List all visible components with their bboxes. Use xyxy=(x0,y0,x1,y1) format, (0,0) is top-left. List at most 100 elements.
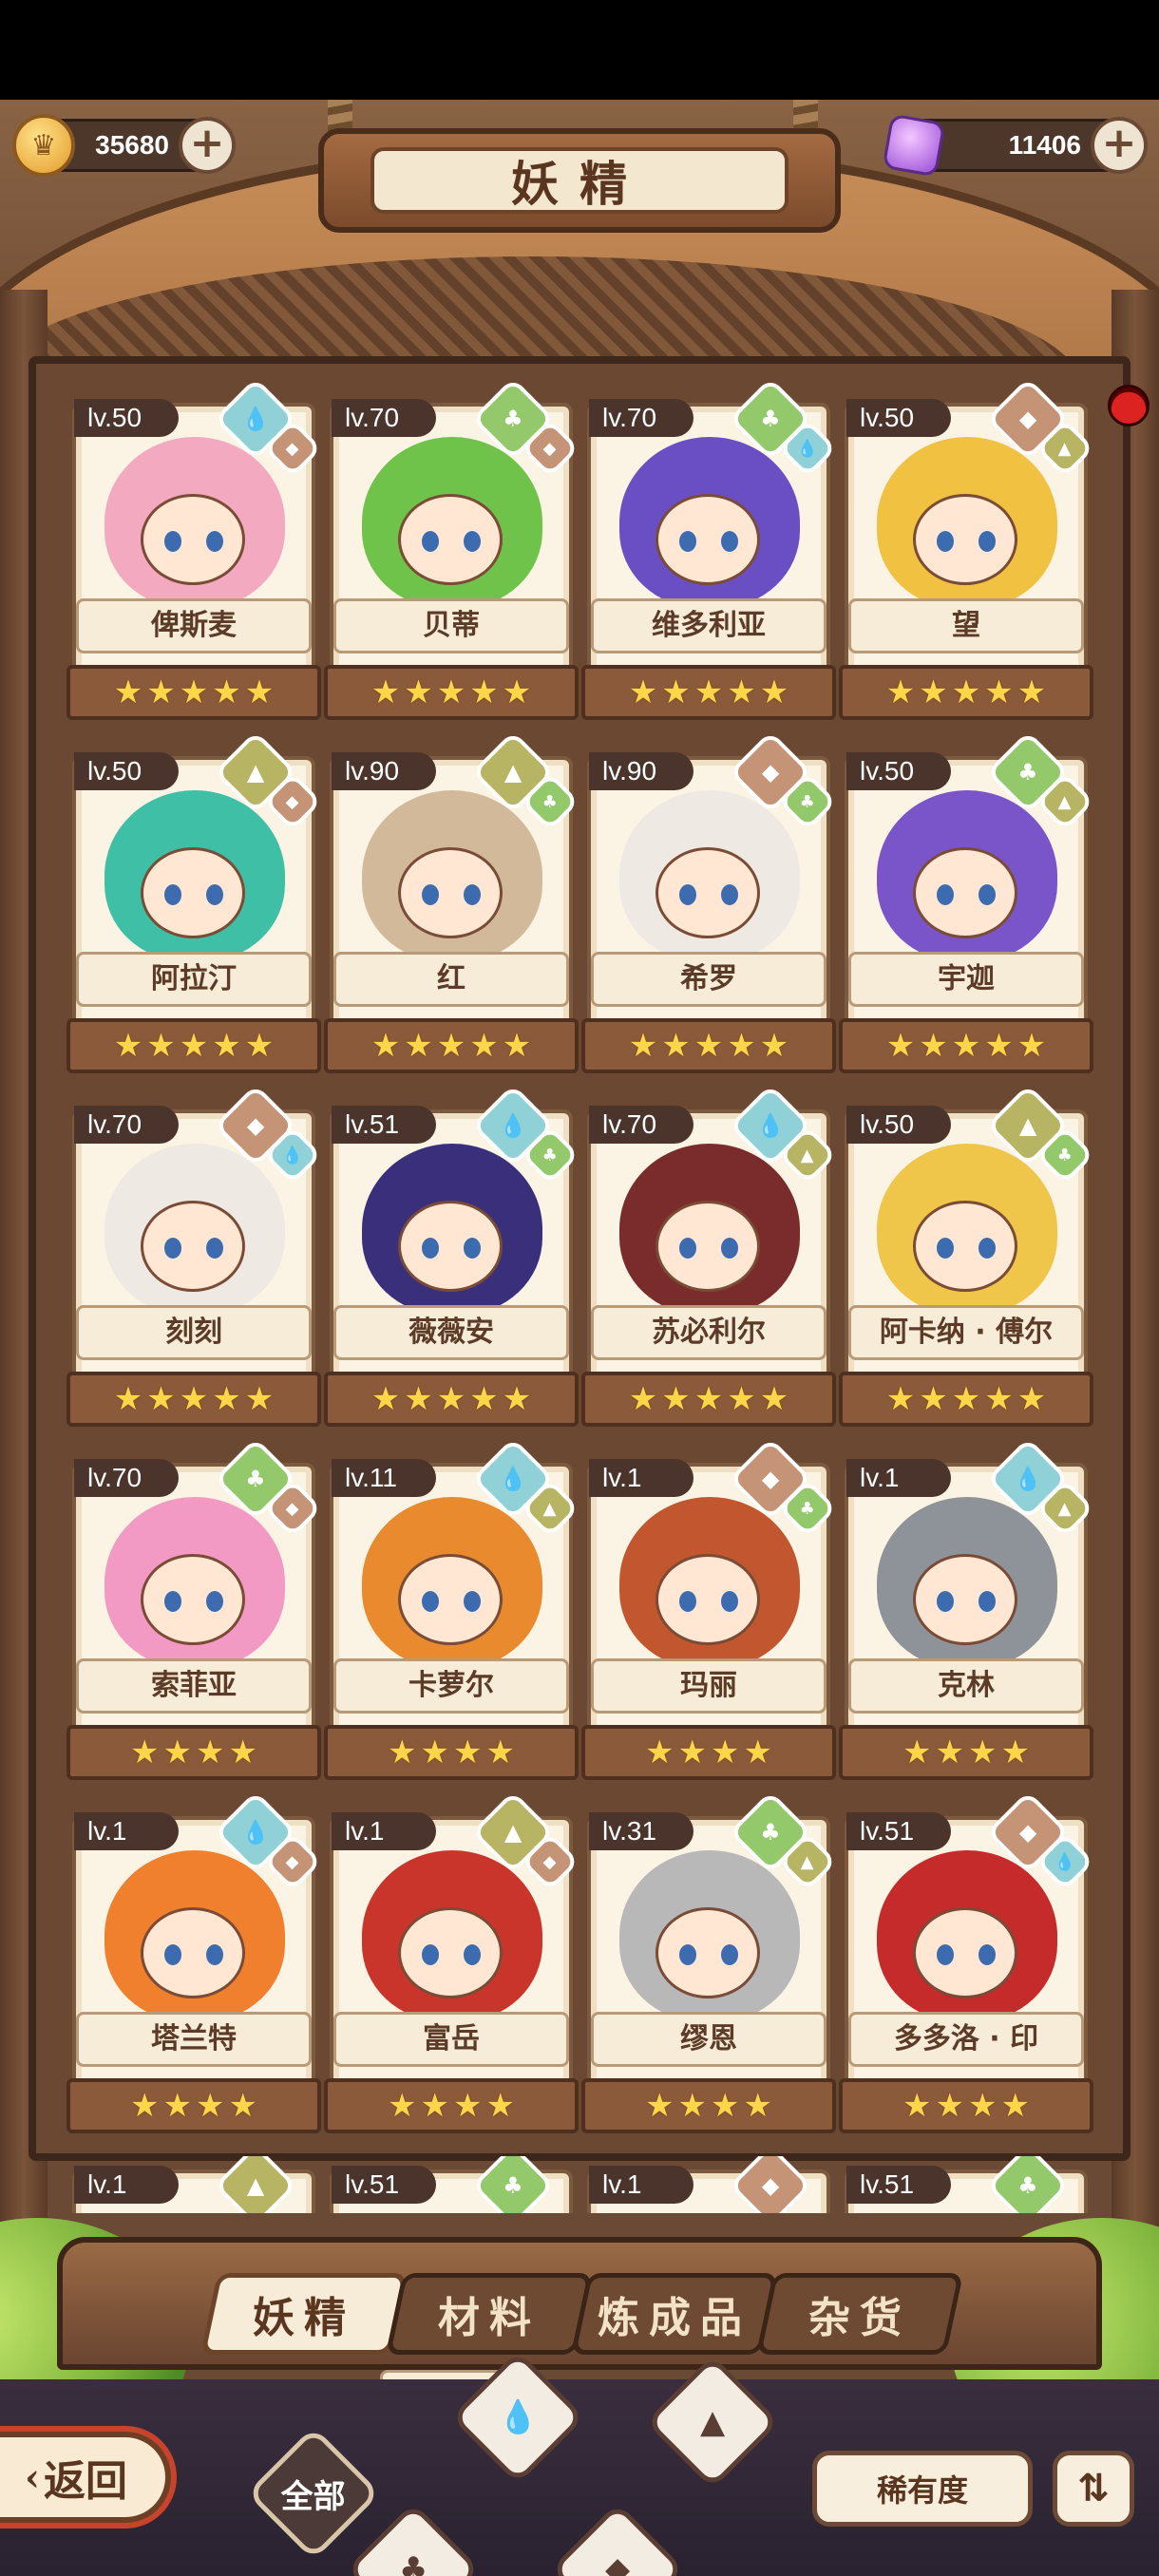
eye xyxy=(937,1944,954,1965)
gem-currency: 11406 + xyxy=(882,113,1148,178)
eye xyxy=(978,1591,996,1612)
character-card[interactable]: lv.1 💧 ◆ 塔兰特 ★ ★ ★ ★ xyxy=(66,1790,323,2137)
character-name: 俾斯麦 xyxy=(76,598,312,653)
star-rating: ★ ★ ★ ★ xyxy=(66,2078,321,2133)
character-face xyxy=(656,1201,760,1292)
level-badge: lv.1 xyxy=(332,1812,436,1850)
tab-goods[interactable]: 杂货 xyxy=(755,2273,964,2355)
character-card[interactable]: lv.90 ◆ ♣ 希罗 ★ ★ ★ ★ ★ xyxy=(581,730,838,1077)
character-face xyxy=(398,1554,503,1645)
star-icon: ★ xyxy=(919,673,948,711)
character-card[interactable]: lv.70 ♣ ◆ 贝蒂 ★ ★ ★ ★ ★ xyxy=(324,377,580,724)
level-badge: lv.70 xyxy=(74,1459,179,1497)
character-face xyxy=(398,847,503,938)
character-name: 阿拉汀 xyxy=(76,952,312,1007)
character-card[interactable]: lv.70 💧 ▲ 苏必利尔 ★ ★ ★ ★ ★ xyxy=(581,1084,838,1430)
star-icon: ★ xyxy=(469,1027,499,1065)
tab-fairy[interactable]: 妖精 xyxy=(200,2273,408,2355)
star-icon: ★ xyxy=(919,1380,948,1418)
star-icon: ★ xyxy=(453,1733,483,1771)
character-name: 宇迦 xyxy=(848,952,1084,1007)
character-name: 贝蒂 xyxy=(333,598,569,653)
gold-coin-icon: ♛ xyxy=(12,114,75,177)
star-icon: ★ xyxy=(759,1027,789,1065)
character-name: 塔兰特 xyxy=(76,2012,312,2067)
eye xyxy=(206,884,223,905)
character-card[interactable]: lv.50 ▲ ◆ 阿拉汀 ★ ★ ★ ★ ★ xyxy=(66,730,323,1077)
character-face xyxy=(398,1907,503,1998)
eye xyxy=(206,1944,223,1965)
star-icon: ★ xyxy=(179,1380,209,1418)
star-icon: ★ xyxy=(727,1027,756,1065)
star-icon: ★ xyxy=(436,1027,466,1065)
rarity-sort-button[interactable]: 稀有度 xyxy=(812,2451,1033,2527)
star-icon: ★ xyxy=(919,1027,948,1065)
star-icon: ★ xyxy=(902,2087,932,2125)
star-icon: ★ xyxy=(130,2087,160,2125)
star-icon: ★ xyxy=(951,1380,981,1418)
character-card[interactable]: lv.70 ♣ ◆ 索菲亚 ★ ★ ★ ★ xyxy=(66,1437,323,1784)
character-card[interactable]: lv.1 ◆ ♣ 玛丽 ★ ★ ★ ★ xyxy=(581,1437,838,1784)
character-card[interactable]: lv.1 ▲ ◆ 富岳 ★ ★ ★ ★ xyxy=(324,1790,580,2137)
add-gold-button[interactable]: + xyxy=(179,117,236,174)
eye xyxy=(937,1591,954,1612)
level-badge: lv.1 xyxy=(589,1459,694,1497)
eye xyxy=(464,1944,481,1965)
title-plank: 妖精 xyxy=(318,128,841,233)
character-card[interactable]: lv.51 ◆ 💧 多多洛 · 印 ★ ★ ★ ★ xyxy=(839,1790,1095,2137)
eye xyxy=(679,1944,696,1965)
star-icon: ★ xyxy=(502,673,532,711)
character-card-partial[interactable]: lv.51 ♣ xyxy=(324,2156,579,2213)
character-card-partial[interactable]: lv.51 ♣ xyxy=(839,2156,1093,2213)
tab-materials[interactable]: 材料 xyxy=(385,2273,594,2355)
gold-currency: ♛ 35680 + xyxy=(12,114,236,177)
character-card[interactable]: lv.50 ♣ ▲ 宇迦 ★ ★ ★ ★ ★ xyxy=(839,730,1095,1077)
star-icon: ★ xyxy=(935,2087,964,2125)
level-badge: lv.51 xyxy=(332,1106,436,1144)
level-badge: lv.50 xyxy=(846,1106,951,1144)
level-badge: lv.1 xyxy=(74,1812,179,1850)
star-icon: ★ xyxy=(951,673,981,711)
star-rating: ★ ★ ★ ★ xyxy=(839,1725,1093,1780)
sprout-icon: ♣ xyxy=(398,2549,428,2576)
star-icon: ★ xyxy=(502,1380,532,1418)
star-rating: ★ ★ ★ ★ xyxy=(324,1725,579,1780)
character-card[interactable]: lv.11 💧 ▲ 卡萝尔 ★ ★ ★ ★ xyxy=(324,1437,580,1784)
character-card-partial[interactable]: lv.1 ◆ xyxy=(581,2156,836,2213)
character-name: 索菲亚 xyxy=(76,1658,312,1714)
star-icon: ★ xyxy=(146,1380,176,1418)
star-icon: ★ xyxy=(951,1027,981,1065)
character-card[interactable]: lv.51 💧 ♣ 薇薇安 ★ ★ ★ ★ ★ xyxy=(324,1084,580,1430)
star-icon: ★ xyxy=(485,2087,515,2125)
character-card[interactable]: lv.70 ◆ 💧 刻刻 ★ ★ ★ ★ ★ xyxy=(66,1084,323,1430)
add-gems-button[interactable]: + xyxy=(1091,117,1148,174)
star-rating: ★ ★ ★ ★ ★ xyxy=(839,1018,1093,1073)
level-badge: lv.50 xyxy=(846,399,951,437)
character-card-partial[interactable]: lv.1 ▲ xyxy=(66,2156,321,2213)
character-face xyxy=(141,1201,245,1292)
ladybug-icon[interactable] xyxy=(1108,385,1150,426)
character-card[interactable]: lv.50 ▲ ♣ 阿卡纳 · 傅尔 ★ ★ ★ ★ ★ xyxy=(839,1084,1095,1430)
star-icon: ★ xyxy=(759,1380,789,1418)
star-icon: ★ xyxy=(196,1733,225,1771)
level-badge: lv.1 xyxy=(589,2166,694,2204)
character-card[interactable]: lv.50 💧 ◆ 俾斯麦 ★ ★ ★ ★ ★ xyxy=(66,377,323,724)
level-badge: lv.51 xyxy=(846,1812,951,1850)
back-button[interactable]: ‹ 返回 xyxy=(0,2432,171,2523)
tab-materials-label: 材料 xyxy=(438,2294,541,2342)
character-card[interactable]: lv.70 ♣ 💧 维多利亚 ★ ★ ★ ★ ★ xyxy=(581,377,838,724)
sort-order-button[interactable]: ⇅ xyxy=(1053,2451,1134,2527)
character-card[interactable]: lv.1 💧 ▲ 克林 ★ ★ ★ ★ xyxy=(839,1437,1095,1784)
character-card[interactable]: lv.50 ◆ ▲ 望 ★ ★ ★ ★ ★ xyxy=(839,377,1095,724)
star-icon: ★ xyxy=(628,673,658,711)
star-rating: ★ ★ ★ ★ ★ xyxy=(324,665,579,720)
tab-crafted[interactable]: 炼成品 xyxy=(570,2273,779,2355)
character-card[interactable]: lv.90 ▲ ♣ 红 ★ ★ ★ ★ ★ xyxy=(324,730,580,1077)
gold-value: 35680 xyxy=(95,130,169,160)
star-icon: ★ xyxy=(162,2087,192,2125)
star-rating: ★ ★ ★ ★ ★ xyxy=(66,665,321,720)
star-icon: ★ xyxy=(196,2087,225,2125)
eye xyxy=(978,531,996,552)
character-card[interactable]: lv.31 ♣ ▲ 缪恩 ★ ★ ★ ★ xyxy=(581,1790,838,2137)
water-drop-icon: 💧 xyxy=(497,2398,539,2436)
